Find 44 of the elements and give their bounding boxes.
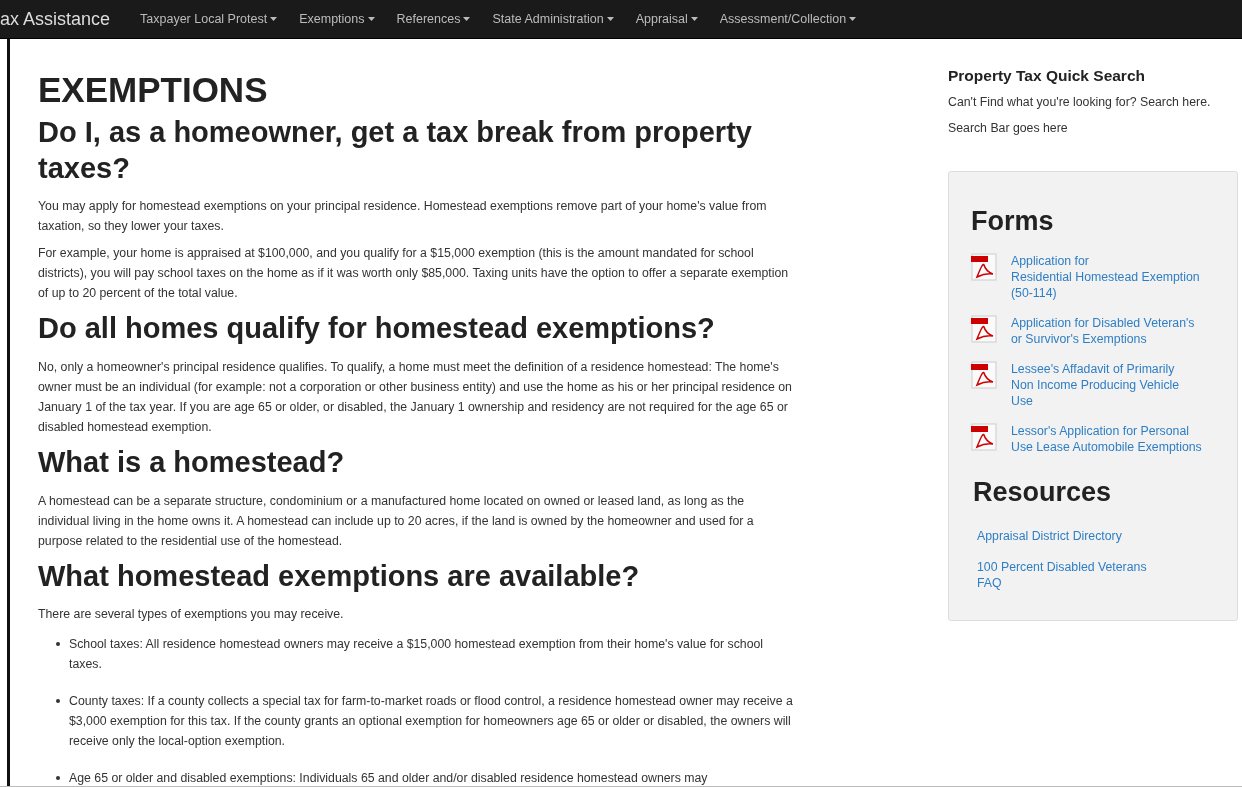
section-heading: Do I, as a homeowner, get a tax break from property taxes? [38, 115, 753, 186]
caret-icon [367, 17, 375, 21]
pdf-icon [971, 361, 997, 389]
list-item: Age 65 or older and disabled exemptions: Individuals 65 and older and/or disabled residence homestead owners may [69, 770, 708, 786]
pdf-icon [971, 423, 997, 451]
pdf-icon [971, 253, 997, 281]
list-item: School taxes: All residence homestead owners may receive a $15,000 homestead exemption from their home's value for school taxes. [69, 636, 765, 674]
search-hint: Can't Find what you're looking for? Search here. [948, 95, 1212, 109]
search-note: Search Bar goes here [948, 121, 1069, 135]
caret-icon [849, 17, 857, 21]
bullet-icon [56, 699, 60, 704]
list-item: County taxes: If a county collects a special tax for farm-to-market roads or flood control, a residence homestead owner may receive a $3,000 exemption for this tax. If the county grants an optional exemption for homeowners age 65 or older or disabled, the owners will receive only the local-option exemption. [69, 693, 794, 751]
paragraph: You may apply for homestead exemptions on your principal residence. Homestead exemptions remove part of your home's value from taxation, so they lower your taxes. [38, 198, 768, 236]
section-heading: Do all homes qualify for homestead exemptions? [38, 311, 716, 347]
resource-link[interactable]: Appraisal District Directory [977, 528, 1237, 544]
bullet-icon [56, 776, 60, 781]
form-link[interactable]: Lessee's Affadavit of Primarily Non Income Producing Vehicle Use [1011, 361, 1180, 409]
caret-icon [463, 17, 471, 21]
paragraph: There are several types of exemptions you may receive. [38, 606, 345, 624]
page-title: EXEMPTIONS [38, 69, 269, 111]
nav-menu[interactable]: References [396, 12, 471, 26]
caret-icon [270, 17, 278, 21]
caret-icon [690, 17, 698, 21]
section-heading: What homestead exemptions are available? [38, 558, 641, 594]
resource-link[interactable]: 100 Percent Disabled Veterans FAQ [977, 559, 1237, 591]
form-link[interactable]: Lessor's Application for Personal Use Lease Automobile Exemptions [1011, 423, 1202, 455]
site-brand[interactable]: ax Assistance [0, 8, 111, 30]
caret-icon [606, 17, 614, 21]
pdf-icon [971, 315, 997, 343]
nav-menu[interactable]: State Administration [492, 12, 614, 26]
nav-menu[interactable]: Appraisal [635, 12, 698, 26]
nav-menu[interactable]: Taxpayer Local Protest [140, 12, 278, 26]
form-link[interactable]: Application for Disabled Veteran's or Survivor's Exemptions [1011, 315, 1195, 347]
form-link[interactable]: Application for Residential Homestead Exemption (50-114) [1011, 253, 1200, 301]
nav-menu[interactable]: Exemptions [299, 12, 375, 26]
sidebar-title: Property Tax Quick Search [948, 67, 1146, 85]
panel-heading: Forms [971, 206, 1055, 237]
paragraph: For example, your home is appraised at $100,000, and you qualify for a $15,000 exemption (this is the amount mandated for school districts), you will pay school taxes on the home as if it was worth only $85,000. Taxing units have the option to offer a separate exemption of up to 20 percent of the total value. [38, 245, 790, 303]
paragraph: No, only a homeowner's principal residence qualifies. To qualify, a home must meet the definition of a residence homestead: The home's owner must be an individual (for example: not a corporation or other business entity) and use the home as his or her principal residence on January 1 of the tax year. If you are age 65 or older, or disabled, the January 1 ownership and residency are not required for the age 65 or disabled homestead exemption. [38, 358, 793, 436]
panel-heading: Resources [973, 477, 1113, 508]
bullet-icon [56, 642, 60, 647]
nav-menu[interactable]: Assessment/Collection [719, 12, 857, 26]
paragraph: A homestead can be a separate structure, condominium or a manufactured home located on owned or leased land, as long as the individual living in the home owns it. A homestead can include up to 20 acres, if the land is owned by the homeowner and used for a purpose related to the residential use of the homestead. [38, 492, 755, 550]
section-heading: What is a homestead? [38, 444, 346, 480]
